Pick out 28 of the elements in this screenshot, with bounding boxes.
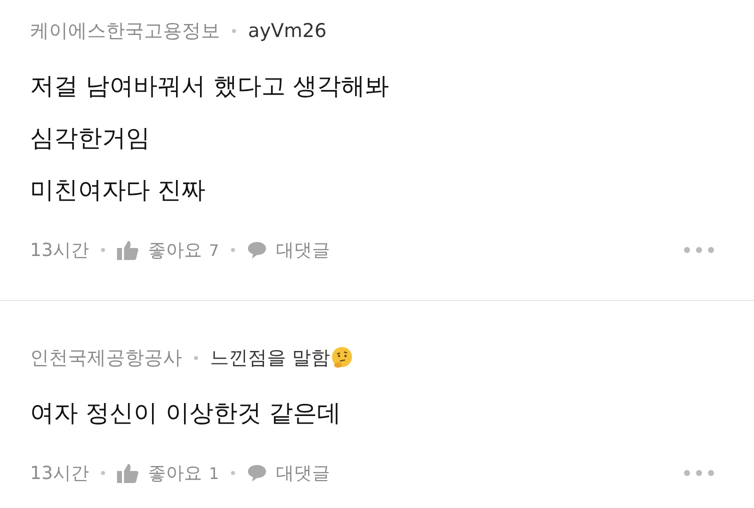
- thumbs-up-icon[interactable]: [116, 463, 139, 483]
- company-name: 케이에스한국고용정보: [30, 19, 220, 44]
- nickname: ayVm26: [248, 20, 327, 42]
- reply-button[interactable]: 대댓글: [276, 461, 330, 485]
- like-button[interactable]: 좋아요: [148, 238, 202, 262]
- time-ago: 13시간: [30, 239, 89, 262]
- separator-dot: [194, 356, 198, 360]
- speech-bubble-icon[interactable]: [247, 464, 268, 482]
- more-options-icon[interactable]: [684, 247, 714, 253]
- separator-dot: [231, 471, 236, 475]
- comment-text: 저걸 남여바꿔서 했다고 생각해봐: [30, 71, 390, 102]
- speech-bubble-icon[interactable]: [247, 241, 268, 259]
- separator-dot: [100, 248, 105, 252]
- comment-text: 미친여자다 진짜: [30, 175, 207, 206]
- comment-text: 심각한거임: [30, 123, 151, 154]
- comment-text: 여자 정신이 이상한것 같은데: [30, 398, 342, 429]
- nickname: 느낀점을 말함: [210, 346, 330, 371]
- reply-button[interactable]: 대댓글: [276, 238, 330, 262]
- separator-dot: [231, 248, 236, 252]
- like-count: 1: [208, 464, 220, 482]
- like-button[interactable]: 좋아요: [148, 461, 202, 485]
- thumbs-up-icon[interactable]: [116, 240, 139, 260]
- separator-dot: [232, 29, 236, 33]
- time-ago: 13시간: [30, 462, 89, 485]
- like-count: 7: [208, 240, 220, 260]
- company-name: 인천국제공항공사: [30, 346, 182, 371]
- separator-dot: [100, 471, 105, 475]
- more-options-icon[interactable]: [684, 470, 714, 476]
